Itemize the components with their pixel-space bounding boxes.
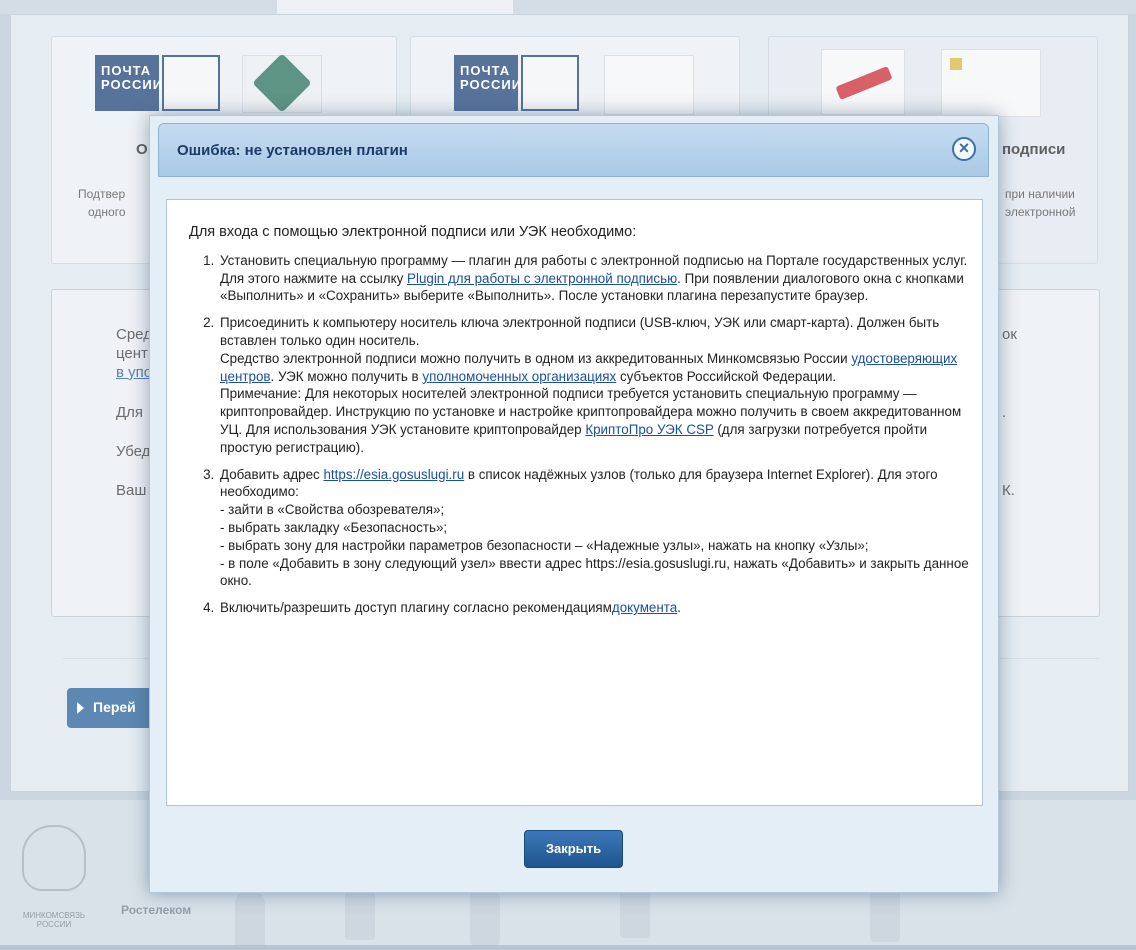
document-link[interactable]: документа — [612, 600, 677, 615]
dialog-title: Ошибка: не установлен плагин — [177, 142, 408, 159]
instructions-list: Установить специальную программу — плаги… — [189, 252, 969, 617]
plugin-download-link[interactable]: Plugin для работы с электронной подписью — [407, 271, 677, 286]
close-button[interactable]: Закрыть — [524, 830, 623, 868]
substep: - зайти в «Свойства обозревателя»; — [220, 502, 445, 518]
plugin-error-dialog: Ошибка: не установлен плагин × Для входа… — [149, 115, 999, 893]
authorized-organizations-link[interactable]: уполномоченных организациях — [422, 369, 616, 384]
step-4: Включить/разрешить доступ плагину соглас… — [218, 599, 969, 617]
substep: - выбрать зону для настройки параметров … — [220, 537, 869, 553]
substep: - выбрать закладку «Безопасность»; — [220, 519, 448, 535]
intro-text: Для входа с помощью электронной подписи … — [189, 224, 637, 240]
step-2: Присоединить к компьютеру носитель ключа… — [218, 314, 969, 456]
cryptopro-link[interactable]: КриптоПро УЭК CSP — [585, 422, 713, 437]
esia-address-link[interactable]: https://esia.gosuslugi.ru — [323, 467, 464, 482]
dialog-body: Для входа с помощью электронной подписи … — [166, 199, 983, 806]
close-icon[interactable]: × — [952, 137, 976, 161]
step-3: Добавить адрес https://esia.gosuslugi.ru… — [218, 466, 969, 591]
dialog-header: Ошибка: не установлен плагин × — [158, 123, 989, 177]
step-1: Установить специальную программу — плаги… — [218, 252, 969, 305]
substep: - в поле «Добавить в зону следующий узел… — [220, 555, 969, 589]
